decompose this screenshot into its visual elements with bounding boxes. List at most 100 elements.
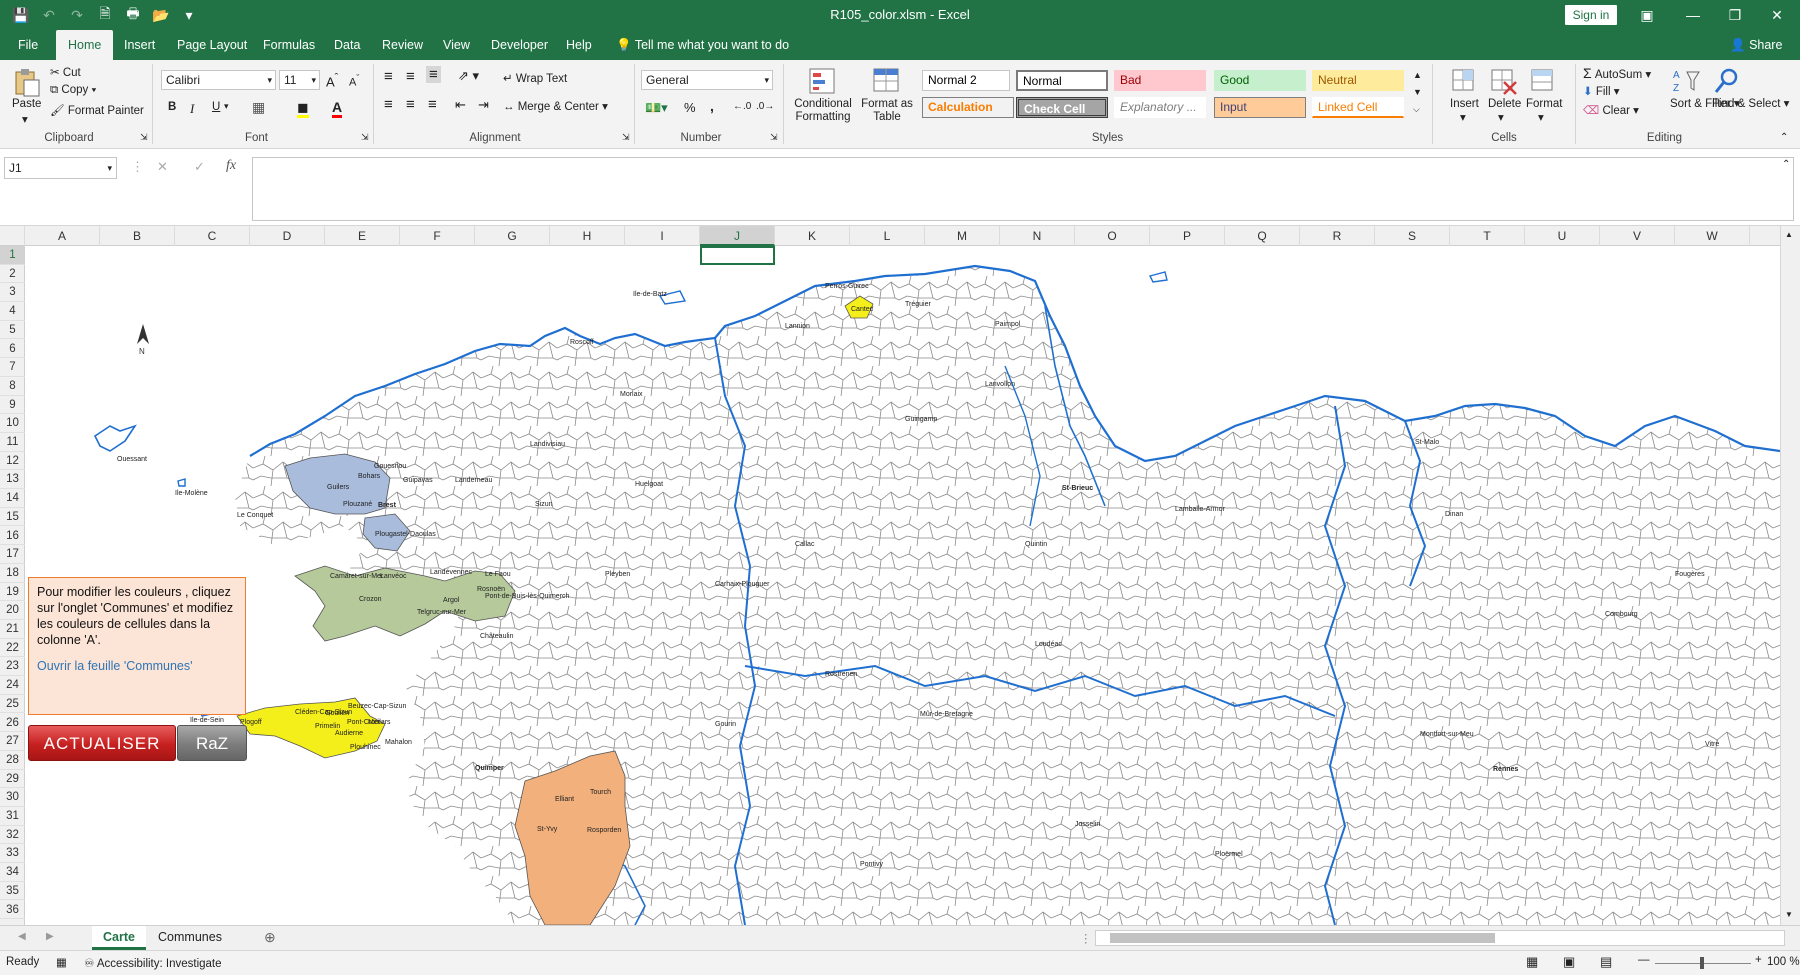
align-left-icon[interactable]: ≡ (384, 96, 393, 113)
cells-area[interactable]: Ouessant Ile-Molène Le Conquet Ile-de-Se… (25, 246, 1780, 925)
column-header-g[interactable]: G (475, 226, 550, 246)
tab-developer[interactable]: Developer (491, 30, 548, 60)
column-header-v[interactable]: V (1600, 226, 1675, 246)
paste-dropdown-icon[interactable]: ▾ (22, 112, 28, 126)
increase-decimal-icon[interactable]: ←.0 (733, 101, 751, 112)
gallery-more-icon[interactable]: ⌵ (1413, 104, 1420, 115)
new-sheet-icon[interactable]: ⊕ (264, 929, 276, 946)
next-sheet-icon[interactable]: ▶ (46, 931, 54, 942)
number-format-select[interactable]: General ▾ (641, 70, 773, 90)
tab-view[interactable]: View (443, 30, 470, 60)
row-header-16[interactable]: 16 (0, 527, 25, 546)
align-center-icon[interactable]: ≡ (406, 96, 415, 113)
format-button[interactable]: Format ▾ (1526, 98, 1562, 124)
column-header-k[interactable]: K (775, 226, 850, 246)
column-header-s[interactable]: S (1375, 226, 1450, 246)
restore-icon[interactable]: ❐ (1712, 0, 1758, 30)
conditional-formatting-icon[interactable] (808, 66, 838, 96)
row-header-27[interactable]: 27 (0, 732, 25, 751)
tell-me-search[interactable]: 💡 Tell me what you want to do (616, 30, 789, 60)
decrease-decimal-icon[interactable]: .0→ (756, 101, 774, 112)
column-header-q[interactable]: Q (1225, 226, 1300, 246)
row-header-17[interactable]: 17 (0, 545, 25, 564)
sort-filter-icon[interactable]: AZ (1671, 66, 1701, 96)
cut-button[interactable]: ✂ Cut (50, 65, 81, 79)
tab-home[interactable]: Home (56, 30, 114, 60)
row-header-7[interactable]: 7 (0, 358, 25, 377)
cancel-entry-icon[interactable]: ✕ (157, 159, 168, 175)
formula-input[interactable] (252, 157, 1794, 221)
orientation-icon[interactable]: ⇗ ▾ (458, 68, 479, 84)
comma-style-button[interactable]: , (710, 98, 714, 114)
row-header-15[interactable]: 15 (0, 508, 25, 527)
cell-style-good[interactable]: Good (1214, 70, 1306, 91)
tab-help[interactable]: Help (566, 30, 592, 60)
column-header-u[interactable]: U (1525, 226, 1600, 246)
increase-indent-icon[interactable]: ⇥ (478, 97, 489, 113)
accounting-format-icon[interactable]: 💵▾ (645, 100, 668, 116)
cell-style-neutral[interactable]: Neutral (1312, 70, 1404, 91)
zoom-out-icon[interactable]: — (1638, 954, 1650, 966)
paste-button[interactable]: Paste (12, 98, 41, 110)
column-header-l[interactable]: L (850, 226, 925, 246)
scroll-up-icon[interactable]: ▲ (1785, 230, 1793, 239)
row-header-34[interactable]: 34 (0, 863, 25, 882)
align-middle-icon[interactable]: ≡ (406, 68, 415, 85)
row-header-29[interactable]: 29 (0, 770, 25, 789)
format-cells-icon[interactable] (1528, 66, 1558, 96)
underline-button[interactable]: U (212, 101, 220, 113)
borders-icon[interactable]: ▦ (252, 99, 265, 116)
row-header-3[interactable]: 3 (0, 283, 25, 303)
format-painter-button[interactable]: 🖌 Format Painter (50, 103, 144, 117)
tab-split-icon[interactable]: ⋮ (1080, 931, 1092, 945)
align-top-icon[interactable]: ≡ (384, 68, 393, 85)
delete-button[interactable]: Delete ▾ (1488, 98, 1521, 124)
scroll-down-icon[interactable]: ▼ (1785, 910, 1793, 919)
number-launcher-icon[interactable]: ⇲ (770, 132, 778, 143)
row-header-5[interactable]: 5 (0, 321, 25, 340)
font-color-icon[interactable]: A (332, 99, 343, 118)
column-header-e[interactable]: E (325, 226, 400, 246)
page-break-view-icon[interactable]: ▤ (1600, 954, 1612, 970)
gallery-up-icon[interactable]: ▲ (1413, 70, 1422, 80)
row-header-28[interactable]: 28 (0, 751, 25, 770)
vertical-scrollbar[interactable]: ▲ ▼ (1780, 226, 1800, 925)
row-header-20[interactable]: 20 (0, 601, 25, 620)
column-header-w[interactable]: W (1675, 226, 1750, 246)
actualiser-button[interactable]: ACTUALISER (28, 725, 176, 761)
row-header-25[interactable]: 25 (0, 695, 25, 714)
macro-record-icon[interactable]: ▦ (56, 955, 67, 969)
share-button[interactable]: 👤 Share (1730, 30, 1782, 60)
row-header-9[interactable]: 9 (0, 396, 25, 415)
tab-data[interactable]: Data (334, 30, 360, 60)
selected-cell[interactable] (700, 246, 775, 265)
format-as-table-icon[interactable] (872, 66, 902, 96)
wrap-text-button[interactable]: ↵ Wrap Text (503, 71, 567, 85)
insert-button[interactable]: Insert ▾ (1450, 98, 1479, 124)
column-header-i[interactable]: I (625, 226, 700, 246)
column-header-n[interactable]: N (1000, 226, 1075, 246)
gallery-down-icon[interactable]: ▼ (1413, 87, 1422, 97)
name-box[interactable]: J1 ▾ (4, 157, 117, 179)
cell-style-normal[interactable]: Normal (1016, 70, 1108, 91)
find-select-button[interactable]: Find & Select ▾ (1712, 98, 1789, 111)
row-header-36[interactable]: 36 (0, 901, 25, 920)
merge-center-button[interactable]: ↔ Merge & Center ▾ (503, 99, 608, 113)
confirm-entry-icon[interactable]: ✓ (194, 159, 205, 175)
copy-button[interactable]: ⧉ Copy ▾ (50, 84, 96, 97)
column-header-p[interactable]: P (1150, 226, 1225, 246)
collapse-ribbon-icon[interactable]: ⌃ (1780, 132, 1788, 143)
row-header-13[interactable]: 13 (0, 470, 25, 490)
tab-file[interactable]: File (18, 30, 38, 60)
sheet-tab-carte[interactable]: Carte (92, 926, 146, 950)
row-header-8[interactable]: 8 (0, 377, 25, 396)
ribbon-display-icon[interactable]: ▣ (1624, 0, 1670, 30)
row-header-33[interactable]: 33 (0, 844, 25, 864)
row-header-4[interactable]: 4 (0, 302, 25, 321)
row-header-11[interactable]: 11 (0, 433, 25, 452)
row-header-35[interactable]: 35 (0, 882, 25, 901)
fill-color-icon[interactable]: ◼ (297, 99, 309, 118)
row-header-10[interactable]: 10 (0, 414, 25, 433)
row-header-18[interactable]: 18 (0, 564, 25, 583)
column-header-t[interactable]: T (1450, 226, 1525, 246)
